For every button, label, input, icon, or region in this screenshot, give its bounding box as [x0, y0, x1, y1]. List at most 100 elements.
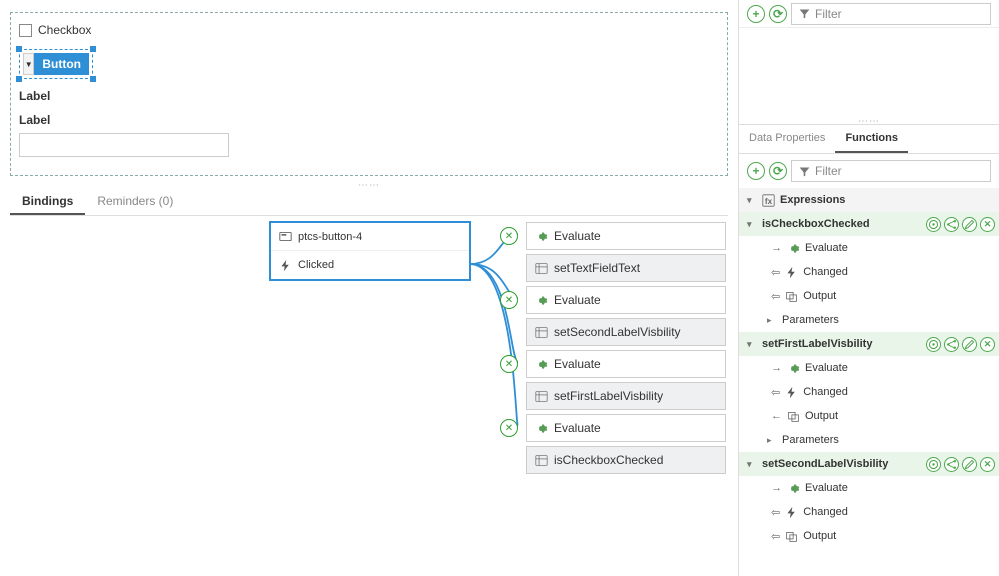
tree-group-expressions[interactable]: ▾ Expressions [739, 188, 999, 212]
horizontal-splitter-icon[interactable]: ⋯⋯ [858, 116, 880, 127]
expression-item[interactable]: ▾setFirstLabelVisbility✕ [739, 332, 999, 356]
target-button[interactable] [926, 457, 941, 472]
delete-button[interactable]: ✕ [980, 337, 995, 352]
edit-button[interactable] [962, 217, 977, 232]
tab-data-properties[interactable]: Data Properties [739, 125, 835, 153]
dest-evaluate-label: Evaluate [554, 421, 601, 435]
remove-binding-button[interactable]: ✕ [500, 355, 518, 373]
target-button[interactable] [926, 217, 941, 232]
tree-row-text: Changed [803, 506, 848, 518]
tree-row-text: Changed [803, 266, 848, 278]
tree-row-text: Output [803, 530, 836, 542]
chevron-right-icon[interactable]: ▸ [767, 315, 777, 326]
chevron-down-icon[interactable]: ▾ [747, 195, 757, 206]
chevron-down-icon[interactable]: ▾ [747, 459, 757, 470]
dest-service-name: isCheckboxChecked [554, 453, 663, 467]
functions-tree[interactable]: ▾ Expressions ▾ isCheckboxChecked ✕ → Evalua… [739, 188, 999, 550]
filter-input-functions[interactable]: Filter [791, 160, 991, 182]
label-widget-2[interactable]: Label [19, 113, 719, 127]
tree-row-text: Output [803, 290, 836, 302]
tree-parameters[interactable]: ▸ Parameters [739, 308, 999, 332]
tree-property-row[interactable]: ⇦Changed [739, 260, 999, 284]
design-canvas[interactable]: Checkbox ▼ Button Label Label [10, 12, 728, 176]
tree-row-text: Changed [803, 386, 848, 398]
gear-icon [787, 242, 800, 255]
tree-property-row[interactable]: → Evaluate [739, 236, 999, 260]
tab-bindings[interactable]: Bindings [10, 188, 85, 215]
edit-button[interactable] [962, 337, 977, 352]
gear-icon [535, 294, 548, 307]
delete-button[interactable]: ✕ [980, 457, 995, 472]
add-button[interactable]: + [747, 5, 765, 23]
remove-binding-button[interactable]: ✕ [500, 227, 518, 245]
tree-row-text: Evaluate [805, 242, 848, 254]
dest-evaluate-label: Evaluate [554, 357, 601, 371]
remove-binding-button[interactable]: ✕ [500, 291, 518, 309]
service-icon [535, 454, 548, 467]
binding-target-1[interactable]: ✕ Evaluate setSecondLabelVisbility [526, 286, 726, 350]
service-icon [535, 262, 548, 275]
checkbox-widget[interactable]: Checkbox [19, 19, 719, 41]
direction-arrow-icon: → [771, 242, 782, 254]
binding-target-3[interactable]: ✕ Evaluate isCheckboxChecked [526, 414, 726, 478]
share-button[interactable] [944, 337, 959, 352]
delete-button[interactable]: ✕ [980, 217, 995, 232]
tree-parameters[interactable]: ▾Parameters [739, 548, 999, 550]
tab-reminders[interactable]: Reminders (0) [85, 188, 185, 215]
fx-icon [762, 194, 775, 207]
tree-row-text: Parameters [782, 314, 839, 326]
lower-tabs: Bindings Reminders (0) [10, 188, 728, 216]
direction-arrow-icon: ⇦ [771, 506, 780, 519]
chevron-right-icon[interactable]: ▸ [767, 435, 777, 446]
expression-name: setSecondLabelVisbility [762, 458, 888, 470]
refresh-button[interactable]: ⟳ [769, 5, 787, 23]
binding-source-node[interactable]: ptcs-button-4 Clicked [270, 222, 470, 280]
tree-row-text: Output [805, 410, 838, 422]
remove-binding-button[interactable]: ✕ [500, 419, 518, 437]
tree-property-row[interactable]: ⇦Changed [739, 380, 999, 404]
output-icon [785, 290, 798, 303]
output-icon [787, 410, 800, 423]
direction-arrow-icon: ⇦ [771, 290, 780, 303]
add-button[interactable]: + [747, 162, 765, 180]
expression-name: isCheckboxChecked [762, 218, 870, 230]
chevron-down-icon[interactable]: ▾ [747, 339, 757, 350]
button-dropdown-caret-icon[interactable]: ▼ [23, 53, 34, 75]
chevron-down-icon[interactable]: ▾ [747, 219, 757, 230]
gear-icon [535, 422, 548, 435]
expressions-label: Expressions [780, 194, 845, 206]
tree-property-row[interactable]: ⇦ Output [739, 284, 999, 308]
funnel-icon [798, 7, 811, 20]
dest-evaluate-label: Evaluate [554, 293, 601, 307]
filter-placeholder: Filter [815, 164, 842, 178]
target-button[interactable] [926, 337, 941, 352]
binding-target-2[interactable]: ✕ Evaluate setFirstLabelVisbility [526, 350, 726, 414]
filter-placeholder: Filter [815, 7, 842, 21]
textfield-widget[interactable] [19, 133, 229, 157]
tree-property-row[interactable]: →Evaluate [739, 476, 999, 500]
checkbox-box-icon[interactable] [19, 24, 32, 37]
gear-icon [535, 358, 548, 371]
tree-property-row[interactable]: ⇦ Changed [739, 500, 999, 524]
bindings-canvas[interactable]: ptcs-button-4 Clicked ✕ Evaluate setText… [10, 216, 728, 566]
checkbox-label: Checkbox [38, 23, 91, 37]
refresh-button[interactable]: ⟳ [769, 162, 787, 180]
filter-input-top[interactable]: Filter [791, 3, 991, 25]
share-button[interactable] [944, 457, 959, 472]
service-icon [535, 326, 548, 339]
tree-parameters[interactable]: ▸Parameters [739, 428, 999, 452]
bolt-icon [279, 259, 292, 272]
binding-target-0[interactable]: ✕ Evaluate setTextFieldText [526, 222, 726, 286]
edit-button[interactable] [962, 457, 977, 472]
expression-item[interactable]: ▾ isCheckboxChecked ✕ [739, 212, 999, 236]
tree-property-row[interactable]: ⇦Output [739, 524, 999, 548]
bolt-icon [785, 266, 798, 279]
share-button[interactable] [944, 217, 959, 232]
label-widget-1[interactable]: Label [19, 89, 719, 103]
tree-property-row[interactable]: →Evaluate [739, 356, 999, 380]
bolt-icon [785, 386, 798, 399]
tab-functions[interactable]: Functions [835, 125, 908, 153]
button-widget-selected[interactable]: ▼ Button [19, 49, 93, 79]
tree-property-row[interactable]: ←Output [739, 404, 999, 428]
expression-item[interactable]: ▾ setSecondLabelVisbility ✕ [739, 452, 999, 476]
